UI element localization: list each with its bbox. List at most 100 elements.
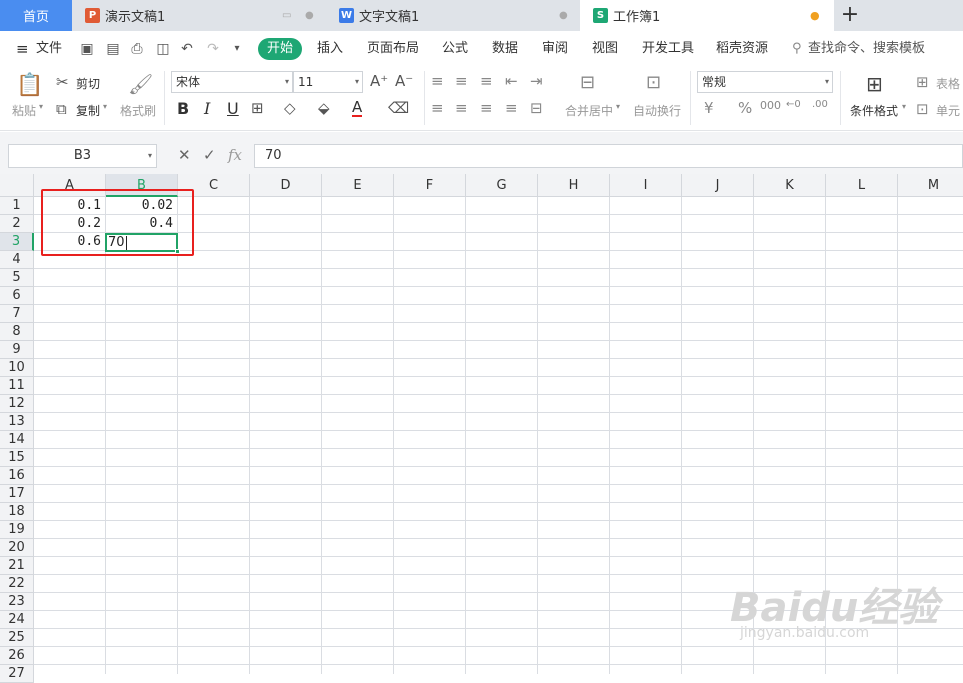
paste-icon[interactable]: 📋 (16, 73, 43, 98)
column-header-k[interactable]: K (754, 174, 826, 197)
chevron-down-icon[interactable]: ▾ (228, 40, 246, 58)
justify-icon[interactable]: ≡ (505, 99, 518, 117)
row-header-11[interactable]: 11 (0, 377, 34, 395)
row-header-9[interactable]: 9 (0, 341, 34, 359)
name-box[interactable]: B3 ▾ (8, 144, 157, 168)
row-header-13[interactable]: 13 (0, 413, 34, 431)
search-command[interactable]: 查找命令、搜索模板 (808, 31, 925, 67)
font-size-select[interactable]: 11 ▾ (293, 71, 363, 93)
decrease-decimal-icon[interactable]: .00 (812, 99, 828, 110)
underline-button[interactable]: U (227, 99, 239, 118)
number-format-select[interactable]: 常规 ▾ (697, 71, 833, 93)
row-header-21[interactable]: 21 (0, 557, 34, 575)
row-header-5[interactable]: 5 (0, 269, 34, 287)
border-icon[interactable]: ⊞ (251, 99, 264, 117)
active-cell-b3[interactable]: 70 (105, 233, 180, 254)
chevron-down-icon[interactable]: ▾ (616, 102, 620, 111)
column-header-j[interactable]: J (682, 174, 754, 197)
preview-icon[interactable]: ◫ (154, 40, 172, 58)
bold-button[interactable]: B (177, 99, 189, 118)
copy-button[interactable]: 复制 (76, 102, 100, 119)
row-header-27[interactable]: 27 (0, 665, 34, 683)
font-color-icon[interactable]: A (352, 99, 363, 117)
cell-area[interactable]: 0.1 0.02 0.2 0.4 0.6 70 (34, 197, 963, 674)
currency-icon[interactable]: ¥ (704, 99, 714, 117)
row-header-22[interactable]: 22 (0, 575, 34, 593)
cancel-icon[interactable]: ✕ (178, 146, 191, 164)
chevron-down-icon[interactable]: ▾ (39, 102, 43, 111)
row-header-24[interactable]: 24 (0, 611, 34, 629)
align-right-icon[interactable]: ≡ (480, 99, 493, 117)
menu-view[interactable]: 视图 (592, 31, 618, 67)
column-header-d[interactable]: D (250, 174, 322, 197)
row-header-17[interactable]: 17 (0, 485, 34, 503)
row-header-2[interactable]: 2 (0, 215, 34, 233)
menu-docer[interactable]: 稻壳资源 (716, 31, 768, 67)
export-icon[interactable]: ▤ (104, 40, 122, 58)
menu-page-layout[interactable]: 页面布局 (367, 31, 419, 67)
column-header-i[interactable]: I (610, 174, 682, 197)
row-header-16[interactable]: 16 (0, 467, 34, 485)
row-header-12[interactable]: 12 (0, 395, 34, 413)
fill-color-icon[interactable]: ⬙ (318, 99, 330, 117)
align-center-icon[interactable]: ≡ (455, 99, 468, 117)
confirm-icon[interactable]: ✓ (203, 146, 216, 164)
print-icon[interactable]: ⎙ (128, 40, 146, 58)
row-header-20[interactable]: 20 (0, 539, 34, 557)
merge-center-button[interactable]: 合并居中 (565, 102, 613, 119)
paste-button[interactable]: 粘贴 (12, 102, 36, 119)
cell-a3[interactable]: 0.6 (34, 233, 105, 251)
column-header-c[interactable]: C (178, 174, 250, 197)
align-top-icon[interactable]: ≡ (431, 72, 444, 90)
menu-developer[interactable]: 开发工具 (642, 31, 694, 67)
cut-button[interactable]: 剪切 (76, 75, 100, 92)
menu-file[interactable]: 文件 (36, 31, 62, 67)
new-tab-button[interactable]: + (836, 3, 864, 29)
column-header-h[interactable]: H (538, 174, 610, 197)
row-header-15[interactable]: 15 (0, 449, 34, 467)
row-header-4[interactable]: 4 (0, 251, 34, 269)
increase-decimal-icon[interactable]: ←0 (786, 99, 801, 110)
cell-fill-icon[interactable]: ◇ (284, 99, 296, 117)
column-header-a[interactable]: A (34, 174, 106, 197)
font-name-select[interactable]: 宋体 ▾ (171, 71, 293, 93)
select-all-corner[interactable] (0, 174, 34, 197)
row-header-6[interactable]: 6 (0, 287, 34, 305)
format-painter-button[interactable]: 格式刷 (120, 102, 156, 119)
column-header-b[interactable]: B (106, 174, 178, 197)
row-header-1[interactable]: 1 (0, 197, 34, 215)
undo-icon[interactable]: ↶ (178, 40, 196, 58)
chevron-down-icon[interactable]: ▾ (148, 145, 152, 167)
font-increase-icon[interactable]: A⁺ (370, 72, 388, 90)
menu-data[interactable]: 数据 (492, 31, 518, 67)
align-bottom-icon[interactable]: ≡ (480, 72, 493, 90)
thousands-icon[interactable]: 000 (760, 99, 781, 112)
distribute-icon[interactable]: ⊟ (530, 99, 543, 117)
align-middle-icon[interactable]: ≡ (455, 72, 468, 90)
row-header-19[interactable]: 19 (0, 521, 34, 539)
menu-formula[interactable]: 公式 (442, 31, 468, 67)
column-header-g[interactable]: G (466, 174, 538, 197)
indent-increase-icon[interactable]: ⇥ (530, 72, 543, 90)
tab-presentation[interactable]: P 演示文稿1 ▭ ● (72, 0, 326, 31)
conditional-format-button[interactable]: 条件格式 (850, 102, 898, 119)
cell-a1[interactable]: 0.1 (34, 197, 105, 215)
row-header-18[interactable]: 18 (0, 503, 34, 521)
indent-decrease-icon[interactable]: ⇤ (505, 72, 518, 90)
column-header-e[interactable]: E (322, 174, 394, 197)
menu-start[interactable]: 开始 (258, 38, 302, 60)
align-left-icon[interactable]: ≡ (431, 99, 444, 117)
column-header-m[interactable]: M (898, 174, 963, 197)
italic-button[interactable]: I (204, 99, 210, 118)
font-decrease-icon[interactable]: A⁻ (395, 72, 413, 90)
row-header-10[interactable]: 10 (0, 359, 34, 377)
row-header-25[interactable]: 25 (0, 629, 34, 647)
tab-document[interactable]: W 文字文稿1 ● (326, 0, 580, 31)
menu-review[interactable]: 审阅 (542, 31, 568, 67)
tab-workbook[interactable]: S 工作簿1 ● (580, 0, 834, 31)
tab-home[interactable]: 首页 (0, 0, 72, 31)
save-icon[interactable]: ▣ (78, 40, 96, 58)
row-header-3[interactable]: 3 (0, 233, 34, 251)
hamburger-icon[interactable]: ≡ (16, 31, 29, 67)
row-header-14[interactable]: 14 (0, 431, 34, 449)
